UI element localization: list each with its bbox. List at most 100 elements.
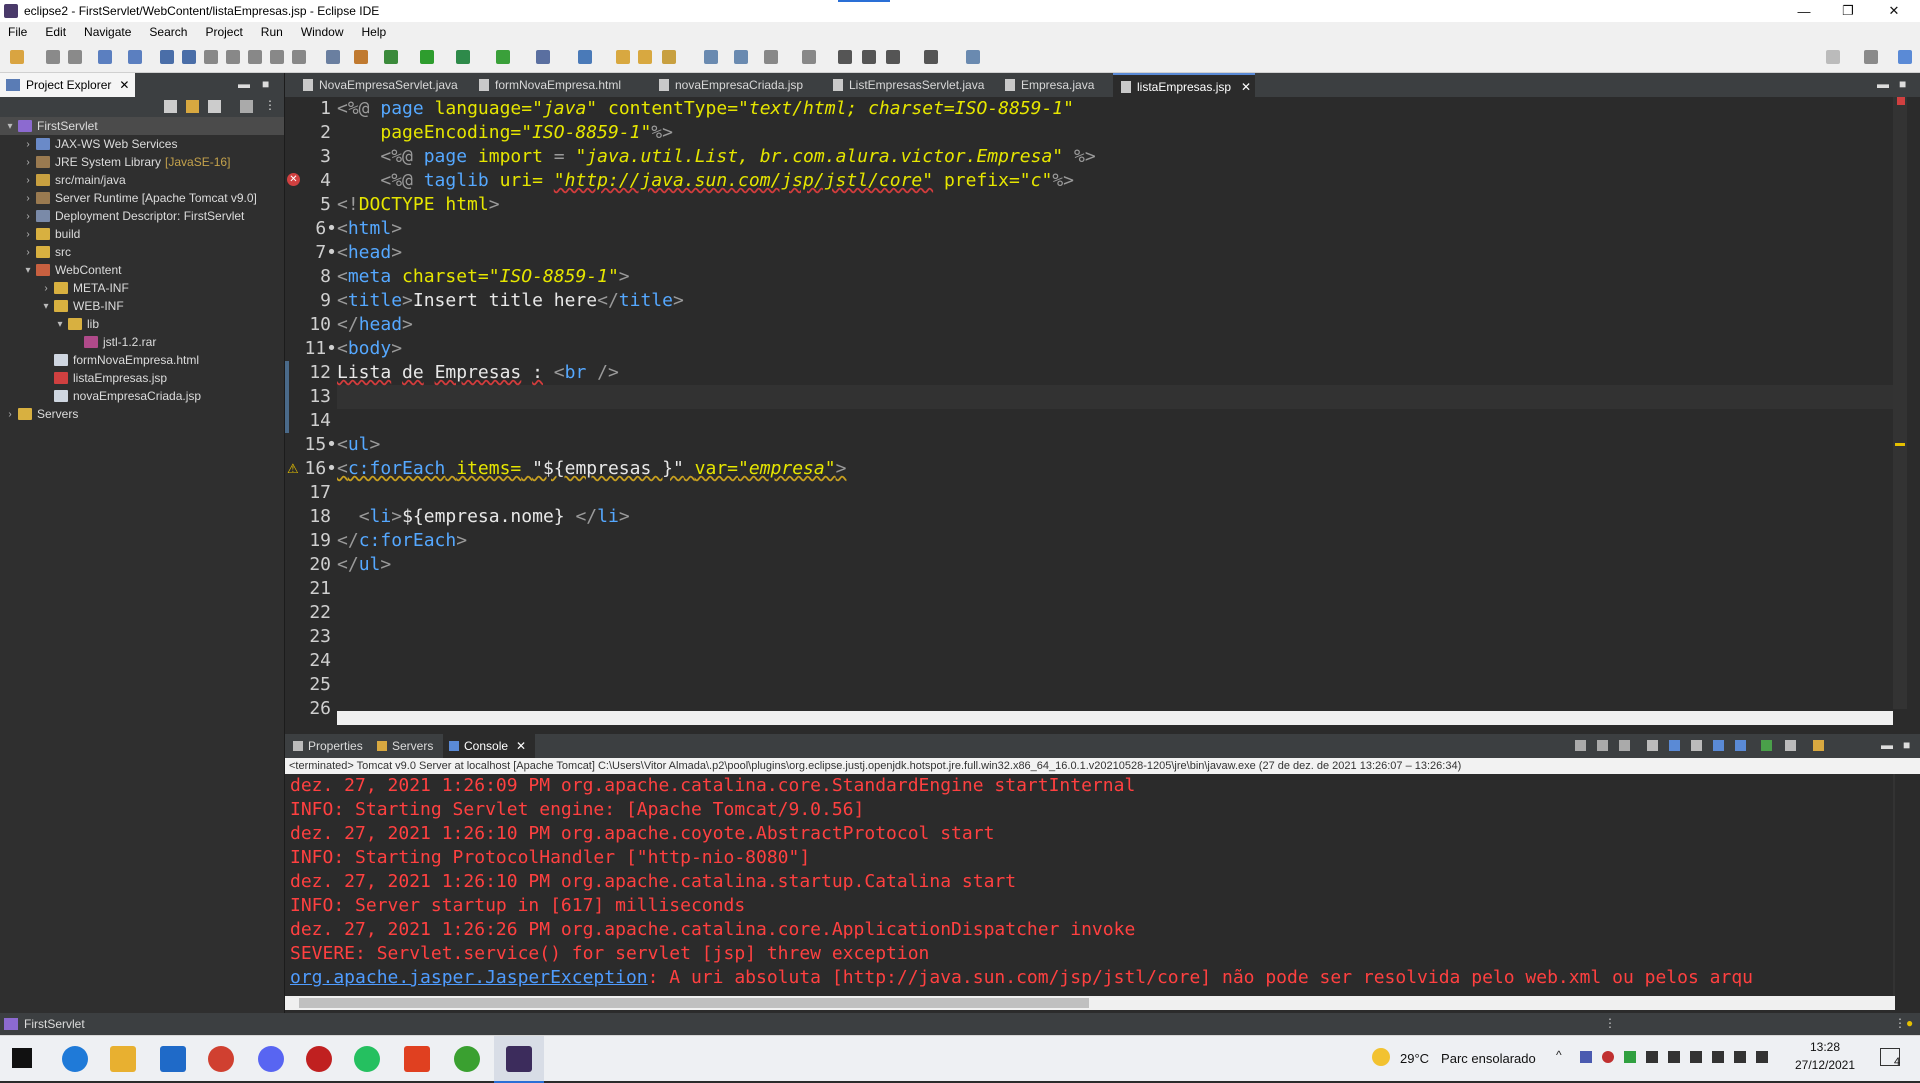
open-type-icon[interactable] xyxy=(616,50,630,64)
windows-start-icon[interactable] xyxy=(12,1048,32,1068)
tree-item-jax-ws[interactable]: › JAX-WS Web Services xyxy=(0,135,284,153)
editor-vertical-scrollbar[interactable] xyxy=(1893,97,1907,709)
console-output[interactable]: dez. 27, 2021 1:26:09 PM org.apache.cata… xyxy=(285,774,1895,996)
search-tool-icon[interactable] xyxy=(662,50,676,64)
tree-item-firstservlet[interactable]: ▾ FirstServlet xyxy=(0,117,284,135)
tree-item-formnovaempresa[interactable]: formNovaEmpresa.html xyxy=(0,351,284,369)
close-console-tab-icon[interactable]: ✕ xyxy=(516,739,526,753)
edge-icon[interactable] xyxy=(62,1046,88,1072)
minimize-button[interactable]: — xyxy=(1782,0,1826,22)
pin-console-icon[interactable] xyxy=(1761,740,1772,751)
skip-breakpoints-icon[interactable] xyxy=(128,50,142,64)
tray-screen-icon[interactable] xyxy=(1668,1051,1680,1063)
toolbar-search-icon[interactable] xyxy=(1826,50,1840,64)
show-stderr-icon[interactable] xyxy=(1735,740,1746,751)
open-perspective-icon[interactable] xyxy=(1864,50,1878,64)
tray-green-icon[interactable] xyxy=(1624,1051,1636,1063)
clock[interactable]: 13:28 27/12/2021 xyxy=(1790,1040,1860,1072)
maximize-button[interactable]: ❐ xyxy=(1826,0,1870,22)
tree-item-jre[interactable]: › JRE System Library [JavaSE-16] xyxy=(0,153,284,171)
toggle-mark-icon[interactable] xyxy=(764,50,778,64)
volume-icon[interactable] xyxy=(1712,1051,1724,1063)
minimize-console-icon[interactable]: ▬ xyxy=(1881,738,1893,752)
green-app-icon[interactable] xyxy=(454,1046,480,1072)
terminate-console-icon[interactable] xyxy=(1575,740,1586,751)
java-ee-perspective-icon[interactable] xyxy=(1898,50,1912,64)
maximize-editor-icon[interactable]: ■ xyxy=(1899,77,1906,91)
battery-icon[interactable] xyxy=(1734,1051,1746,1063)
tree-item-web-inf[interactable]: ▾ WEB-INF xyxy=(0,297,284,315)
code-editor[interactable]: 1 2 3 4 5 6• 7• 8 9 10 11• 12 13 14 15• 16• 17 18 19 20 21 22… xyxy=(285,97,1907,725)
open-console-icon[interactable] xyxy=(1813,740,1824,751)
close-tab-icon[interactable]: ✕ xyxy=(1241,80,1251,94)
chrome-icon[interactable] xyxy=(208,1046,234,1072)
close-explorer-tab-icon[interactable]: ✕ xyxy=(119,78,129,92)
tree-item-servers[interactable]: › Servers xyxy=(0,405,284,423)
weather-icon[interactable] xyxy=(1372,1048,1390,1066)
console-hscroll-thumb[interactable] xyxy=(299,998,1089,1008)
coverage-icon[interactable] xyxy=(456,50,470,64)
next-annotation-icon[interactable] xyxy=(802,50,816,64)
exception-link[interactable]: org.apache.jasper.JasperException xyxy=(290,967,648,988)
menu-navigate[interactable]: Navigate xyxy=(76,25,141,39)
terminate-icon[interactable] xyxy=(204,50,218,64)
clear-console-icon[interactable] xyxy=(1647,740,1658,751)
editor-horizontal-scrollbar[interactable] xyxy=(337,711,1893,725)
tab-novaempresacriada[interactable]: novaEmpresaCriada.jsp xyxy=(651,73,814,97)
filter-icon[interactable] xyxy=(208,100,221,113)
console-horizontal-scrollbar[interactable] xyxy=(285,996,1895,1010)
tab-listaempresas[interactable]: listaEmpresas.jsp ✕ xyxy=(1113,73,1255,99)
tree-item-lib[interactable]: ▾ lib xyxy=(0,315,284,333)
new-class-icon[interactable] xyxy=(578,50,592,64)
menu-run[interactable]: Run xyxy=(253,25,293,39)
tree-item-src[interactable]: › src xyxy=(0,243,284,261)
task-icon[interactable] xyxy=(354,50,368,64)
menu-file[interactable]: File xyxy=(0,25,37,39)
step-return-icon[interactable] xyxy=(292,50,306,64)
server-icon[interactable] xyxy=(326,50,340,64)
menu-window[interactable]: Window xyxy=(293,25,354,39)
tab-formnovaempresa[interactable]: formNovaEmpresa.html xyxy=(471,73,634,97)
tab-novaempresaservlet[interactable]: NovaEmpresaServlet.java xyxy=(295,73,463,97)
minimize-view-icon[interactable]: ▬ xyxy=(238,77,250,91)
disconnect-icon[interactable] xyxy=(226,50,240,64)
tray-antivirus-icon[interactable] xyxy=(1602,1051,1614,1063)
tree-item-novaempresacriada[interactable]: novaEmpresaCriada.jsp xyxy=(0,387,284,405)
app-red-icon[interactable] xyxy=(306,1046,332,1072)
menu-help[interactable]: Help xyxy=(354,25,397,39)
show-hidden-icons-icon[interactable]: ^ xyxy=(1556,1048,1562,1062)
collapse-all-icon[interactable] xyxy=(164,100,177,113)
show-stdout-icon[interactable] xyxy=(1713,740,1724,751)
tray-app-icon[interactable] xyxy=(1580,1051,1592,1063)
step-into-icon[interactable] xyxy=(248,50,262,64)
remove-all-icon[interactable] xyxy=(1619,740,1630,751)
tip-icon[interactable]: ● xyxy=(1906,1016,1913,1030)
annotation-icon[interactable] xyxy=(734,50,748,64)
step-over-icon[interactable] xyxy=(270,50,284,64)
tab-empresa[interactable]: Empresa.java xyxy=(997,73,1105,97)
link-with-editor-icon[interactable] xyxy=(186,100,199,113)
tree-item-meta-inf[interactable]: › META-INF xyxy=(0,279,284,297)
suspend-icon[interactable] xyxy=(182,50,196,64)
pin-editor-icon[interactable] xyxy=(966,50,980,64)
open-task-icon[interactable] xyxy=(638,50,652,64)
whatsapp-icon[interactable] xyxy=(354,1046,380,1072)
new-icon[interactable] xyxy=(10,50,24,64)
view-menu-icon[interactable]: ⋮ xyxy=(264,98,276,112)
file-explorer-icon[interactable] xyxy=(110,1046,136,1072)
minimize-editor-icon[interactable]: ▬ xyxy=(1877,77,1889,91)
back-history-icon[interactable] xyxy=(838,50,852,64)
debug-icon[interactable] xyxy=(384,50,398,64)
pen-icon[interactable] xyxy=(1756,1051,1768,1063)
build-icon[interactable] xyxy=(98,50,112,64)
tree-item-listaempresas[interactable]: listaEmpresas.jsp xyxy=(0,369,284,387)
focus-task-icon[interactable] xyxy=(240,100,253,113)
maximize-view-icon[interactable]: ■ xyxy=(262,77,269,91)
tree-item-webcontent[interactable]: ▾ WebContent xyxy=(0,261,284,279)
resume-icon[interactable] xyxy=(160,50,174,64)
error-marker-icon[interactable]: ✕ xyxy=(287,173,300,186)
weather-widget[interactable]: 29°C Parc ensolarado xyxy=(1400,1036,1536,1081)
overview-warning-marker[interactable] xyxy=(1895,443,1905,446)
tab-console[interactable]: Console ✕ xyxy=(443,734,535,758)
console-vertical-scrollbar[interactable] xyxy=(1893,774,1895,996)
